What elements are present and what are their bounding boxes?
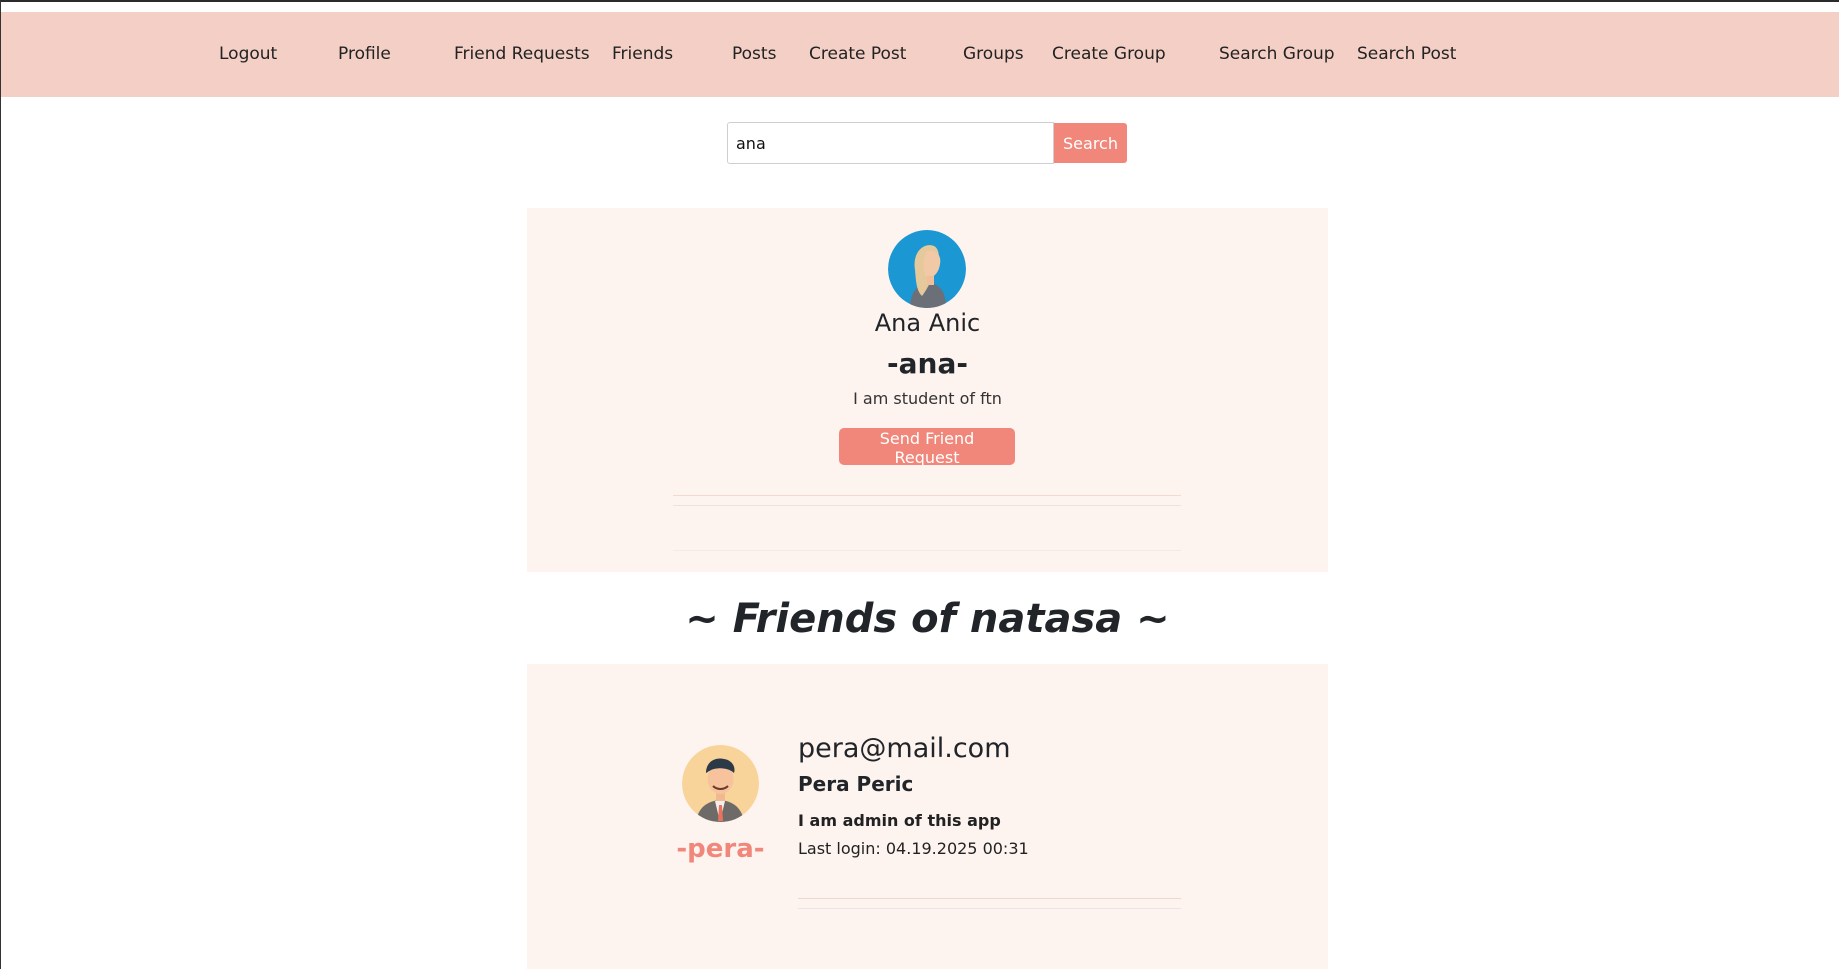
send-friend-request-button[interactable]: Send Friend Request [839, 428, 1015, 467]
nav-create-group-link[interactable]: Create Group [1052, 12, 1166, 97]
search-input[interactable] [727, 122, 1054, 164]
divider [673, 550, 1181, 551]
result-bio: I am student of ftn [853, 389, 1002, 408]
divider [673, 495, 1181, 496]
search-button[interactable]: Search [1054, 123, 1127, 163]
nav-friends-link[interactable]: Friends [612, 12, 673, 97]
nav-friend-requests-link[interactable]: Friend Requests [454, 12, 590, 97]
divider [798, 898, 1181, 899]
nav-groups-link[interactable]: Groups [963, 12, 1024, 97]
nav-logout-link[interactable]: Logout [219, 12, 277, 97]
friend-username: -pera- [676, 834, 765, 864]
nav-search-post-link[interactable]: Search Post [1357, 12, 1456, 97]
friend-last-login: Last login: 04.19.2025 00:31 [798, 839, 1029, 858]
friend-full-name: Pera Peric [798, 772, 914, 796]
nav-profile-link[interactable]: Profile [338, 12, 391, 97]
main-navbar: Logout Profile Friend Requests Friends P… [1, 12, 1839, 97]
nav-posts-link[interactable]: Posts [732, 12, 776, 97]
man-avatar-icon [682, 745, 759, 822]
divider [673, 505, 1181, 506]
window-top-border [1, 0, 1839, 2]
friend-bio: I am admin of this app [798, 811, 1001, 830]
nav-create-post-link[interactable]: Create Post [809, 12, 906, 97]
nav-search-group-link[interactable]: Search Group [1219, 12, 1335, 97]
friend-email: pera@mail.com [798, 733, 1011, 764]
woman-avatar-icon [888, 230, 966, 308]
divider [798, 908, 1181, 909]
result-username: -ana- [887, 347, 968, 380]
result-full-name: Ana Anic [874, 309, 981, 337]
friends-section-title: ~ Friends of natasa ~ [685, 596, 1170, 642]
user-search-form: Search [727, 122, 1127, 164]
